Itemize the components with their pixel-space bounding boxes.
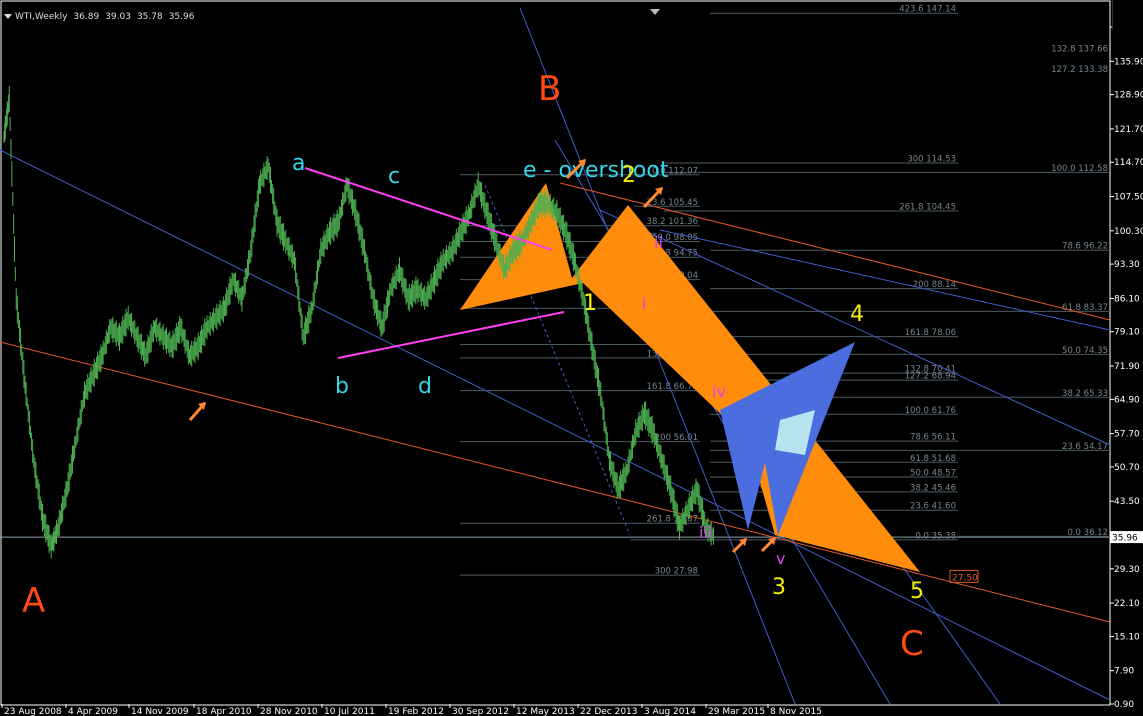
x-tick-label: 29 Mar 2015: [708, 707, 765, 716]
dropdown-icon[interactable]: [4, 14, 12, 19]
y-tick-label: 100.30: [1114, 227, 1143, 237]
wave-label-abcde: a: [292, 151, 305, 176]
wave-label-sub: iv: [712, 382, 726, 401]
current-price-label: 35.96: [1112, 534, 1138, 544]
fib-label: 23.6 41.60: [910, 502, 956, 512]
fib-label: 300 27.98: [655, 567, 698, 577]
y-tick-label: 114.70: [1114, 158, 1143, 168]
x-axis: 23 Aug 2008 4 Apr 2009 14 Nov 2009 18 Apr 2…: [1, 704, 822, 716]
fib-label: 161.8 78.06: [905, 328, 956, 338]
triangle-lower: [337, 311, 565, 359]
fib-label: 261.8 104.45: [899, 203, 956, 213]
fib-label: 127.2 68.94: [905, 372, 956, 382]
y-tick-label: 50.70: [1114, 463, 1140, 473]
wave-label-impulse: 1: [583, 291, 597, 316]
fib-label: 50.0 48.57: [910, 469, 956, 479]
fib-label: 200 88.14: [913, 280, 956, 290]
fib-label: 78.6 56.11: [910, 433, 956, 443]
fib-label: 0.0 36.12: [1067, 528, 1108, 538]
x-tick-label: 10 Jul 2011: [324, 707, 375, 716]
symbol-label: WTI,Weekly: [15, 12, 68, 22]
channel-line-blue: [659, 229, 1111, 331]
fib-label: 132.8 137.66: [1051, 44, 1108, 54]
fib-label: 38.2 65.33: [1062, 389, 1108, 399]
y-tick-label: 0.90: [1114, 700, 1134, 710]
wave-label-sub: ii: [654, 233, 663, 252]
fib-label: 61.8 83.37: [1062, 303, 1108, 313]
ohlc-close: 35.96: [168, 12, 195, 22]
fib-label: 423.6 147.14: [899, 5, 956, 15]
y-tick-label: 135.90: [1114, 57, 1143, 67]
y-tick-label: 86.10: [1114, 294, 1140, 304]
y-tick-label: 71.90: [1114, 362, 1140, 372]
candles: [3, 85, 714, 559]
wave-label-sub: iii: [699, 523, 712, 542]
fib-label: 50.0 74.35: [1062, 346, 1108, 356]
x-tick-label: 3 Aug 2014: [644, 707, 696, 716]
wave-label-abcde: c: [388, 164, 400, 189]
wave-label-major: C: [900, 624, 924, 664]
channel-line-red: [0, 341, 1111, 623]
y-tick-label: 43.50: [1114, 497, 1140, 507]
y-tick-label: 57.70: [1114, 430, 1140, 440]
fib-label: 100.0 112.58: [1051, 164, 1108, 174]
y-tick-label: 79.10: [1114, 328, 1140, 338]
y-tick-label: 93.30: [1114, 260, 1140, 270]
fib-label: 100.0 61.76: [905, 406, 956, 416]
x-tick-label: 8 Nov 2015: [770, 707, 822, 716]
x-tick-label: 18 Apr 2010: [196, 707, 252, 716]
wave-label-impulse: 3: [772, 575, 786, 600]
fib-label: 38.2 101.36: [647, 217, 698, 227]
y-axis: 143.10135.90128.90121.70114.70107.50100.…: [1110, 23, 1143, 710]
y-tick-label: 15.10: [1114, 632, 1140, 642]
triangle-upper: [304, 167, 553, 251]
wave-label-sub: v: [776, 549, 785, 568]
y-tick-label: 22.10: [1114, 599, 1140, 609]
x-tick-label: 30 Sep 2012: [452, 707, 509, 716]
chart-canvas[interactable]: 143.10135.90128.90121.70114.70107.50100.…: [0, 0, 1143, 716]
corner-panel: [1112, 0, 1143, 30]
wave-label-sub: i: [642, 294, 646, 313]
target-price-label: 27.50: [952, 573, 978, 583]
fib-label: 78.6 96.22: [1062, 242, 1108, 252]
y-tick-label: 107.50: [1114, 193, 1143, 203]
fib-label: 300 114.53: [907, 155, 956, 165]
x-tick-label: 22 Dec 2013: [580, 707, 638, 716]
chart-header: WTI,Weekly 36.89 39.03 35.78 35.96: [4, 12, 200, 24]
x-tick-label: 4 Apr 2009: [68, 707, 118, 716]
x-tick-label: 28 Nov 2010: [260, 707, 318, 716]
ohlc-low: 35.78: [136, 12, 163, 22]
x-tick-label: 12 May 2013: [516, 707, 575, 716]
wave-label-abcde: b: [335, 374, 349, 399]
scroll-marker-icon[interactable]: [650, 9, 660, 15]
chart-window[interactable]: 143.10135.90128.90121.70114.70107.50100.…: [0, 0, 1143, 716]
channel-line-blue: [519, 7, 796, 705]
y-tick-label: 29.30: [1114, 565, 1140, 575]
channel-lines: [0, 7, 1111, 705]
fib-label: 127.2 133.38: [1051, 65, 1108, 75]
y-tick-label: 64.90: [1114, 395, 1140, 405]
y-tick-label: 121.70: [1114, 125, 1143, 135]
ohlc-high: 39.03: [105, 12, 131, 22]
wave-label-major: A: [22, 581, 45, 621]
wave-label-major: B: [538, 69, 561, 109]
fib-label: 61.8 51.68: [910, 454, 956, 464]
x-tick-label: 23 Aug 2008: [4, 707, 62, 716]
x-tick-label: 19 Feb 2012: [388, 707, 444, 716]
wave-label-abcde: d: [418, 374, 432, 399]
y-tick-label: 128.90: [1114, 91, 1143, 101]
fib-label: 23.6 54.17: [1062, 442, 1108, 452]
wave-label-impulse: 5: [910, 579, 924, 604]
wave-label-impulse: 2: [622, 163, 636, 188]
fib-label: 0.0 35.38: [915, 531, 956, 541]
wave-label-impulse: 4: [850, 302, 864, 327]
y-tick-label: 7.90: [1114, 667, 1134, 677]
wave-label-abcde: e - overshoot: [523, 158, 669, 183]
fib-label: 38.2 45.46: [910, 483, 956, 493]
ohlc-open: 36.89: [73, 12, 100, 22]
x-tick-label: 14 Nov 2009: [131, 707, 189, 716]
